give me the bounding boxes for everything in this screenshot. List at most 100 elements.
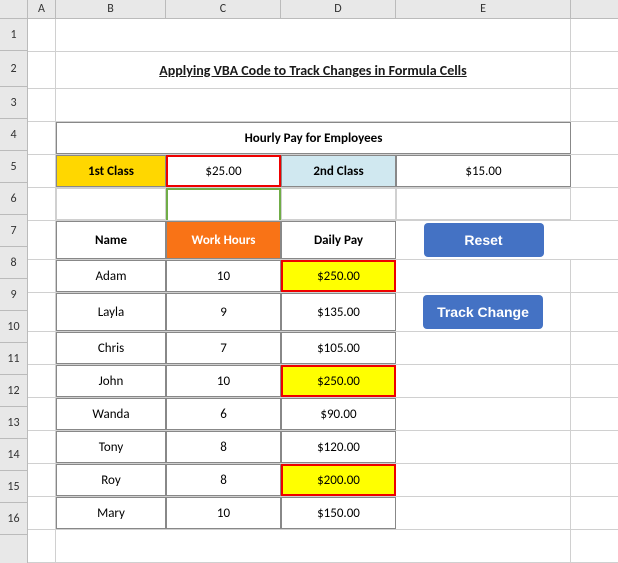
cell-e9: Track Change [396, 293, 571, 331]
hours-tony: 8 [166, 431, 281, 463]
class2-label: 2nd Class [281, 155, 396, 187]
grid-area: 1 2 3 4 5 6 7 8 9 10 11 12 13 14 15 16 [0, 19, 618, 563]
col-header-rownum [0, 0, 28, 18]
row-5: 1st Class $25.00 2nd Class $15.00 [28, 155, 618, 188]
name-mary: Mary [56, 497, 166, 529]
row-16 [28, 530, 618, 563]
class1-value: $25.00 [166, 155, 281, 187]
name-adam: Adam [56, 260, 166, 292]
name-layla: Layla [56, 293, 166, 331]
cell-a1 [28, 19, 56, 51]
row-15: Mary 10 $150.00 [28, 497, 618, 530]
cell-area: Applying VBA Code to Track Changes in Fo… [28, 19, 618, 563]
cell-a7 [28, 221, 56, 259]
row-14: Roy 8 $200.00 [28, 464, 618, 497]
cell-e13 [396, 431, 571, 463]
pay-mary: $150.00 [281, 497, 396, 529]
row-12: Wanda 6 $90.00 [28, 398, 618, 431]
cell-a11 [28, 365, 56, 397]
cell-b1-e1 [56, 19, 571, 51]
cell-a3 [28, 89, 56, 121]
name-wanda: Wanda [56, 398, 166, 430]
row-8: Adam 10 $250.00 [28, 260, 618, 293]
hours-adam: 10 [166, 260, 281, 292]
hours-john: 10 [166, 365, 281, 397]
cell-a8 [28, 260, 56, 292]
reset-button[interactable]: Reset [424, 223, 544, 257]
row-13: Tony 8 $120.00 [28, 431, 618, 464]
cell-a5 [28, 155, 56, 187]
cell-a13 [28, 431, 56, 463]
spreadsheet: A B C D E 1 2 3 4 5 6 7 8 9 10 11 12 13 … [0, 0, 618, 559]
pay-john: $250.00 [281, 365, 396, 397]
class2-value: $15.00 [396, 155, 571, 187]
col-header-d: D [281, 0, 396, 18]
class1-label: 1st Class [56, 155, 166, 187]
row-10: Chris 7 $105.00 [28, 332, 618, 365]
col-header-c: C [166, 0, 281, 18]
cell-a4 [28, 122, 56, 154]
row-numbers: 1 2 3 4 5 6 7 8 9 10 11 12 13 14 15 16 [0, 19, 28, 563]
column-headers: A B C D E [0, 0, 618, 19]
name-chris: Chris [56, 332, 166, 364]
row-3 [28, 89, 618, 122]
name-tony: Tony [56, 431, 166, 463]
col-header-a: A [28, 0, 56, 18]
cell-e12 [396, 398, 571, 430]
cell-a10 [28, 332, 56, 364]
cell-e7: Reset [396, 221, 571, 259]
row-num-2: 2 [0, 51, 27, 87]
name-roy: Roy [56, 464, 166, 496]
track-change-button[interactable]: Track Change [423, 295, 543, 329]
row-num-9: 9 [0, 279, 27, 311]
row-num-8: 8 [0, 247, 27, 279]
cell-a6 [28, 188, 56, 220]
cell-a14 [28, 464, 56, 496]
cell-c6 [166, 188, 281, 220]
cell-b16-e16 [56, 530, 571, 562]
row-num-6: 6 [0, 183, 27, 215]
row-num-13: 13 [0, 407, 27, 439]
row-9: Layla 9 $135.00 Track Change [28, 293, 618, 332]
row-7: Name Work Hours Daily Pay Reset [28, 221, 618, 260]
col-header-b: B [56, 0, 166, 18]
row-num-11: 11 [0, 343, 27, 375]
pay-adam: $250.00 [281, 260, 396, 292]
cell-e15 [396, 497, 571, 529]
row-6 [28, 188, 618, 221]
pay-chris: $105.00 [281, 332, 396, 364]
row-num-12: 12 [0, 375, 27, 407]
name-john: John [56, 365, 166, 397]
row-num-16: 16 [0, 503, 27, 535]
pay-wanda: $90.00 [281, 398, 396, 430]
cell-e6 [396, 188, 571, 220]
cell-e14 [396, 464, 571, 496]
cell-a9 [28, 293, 56, 331]
cell-a15 [28, 497, 56, 529]
cell-a12 [28, 398, 56, 430]
row-1 [28, 19, 618, 52]
col-dailypay-header: Daily Pay [281, 221, 396, 259]
row-num-14: 14 [0, 439, 27, 471]
hours-mary: 10 [166, 497, 281, 529]
cell-e10 [396, 332, 571, 364]
cell-e8 [396, 260, 571, 292]
row-4: Hourly Pay for Employees [28, 122, 618, 155]
row-num-15: 15 [0, 471, 27, 503]
cell-d6 [281, 188, 396, 220]
col-name-header: Name [56, 221, 166, 259]
cell-b6 [56, 188, 166, 220]
spreadsheet-title: Applying VBA Code to Track Changes in Fo… [56, 52, 571, 88]
col-workhours-header: Work Hours [166, 221, 281, 259]
row-num-3: 3 [0, 87, 27, 119]
cell-a2 [28, 52, 56, 88]
pay-roy: $200.00 [281, 464, 396, 496]
cell-e11 [396, 365, 571, 397]
cell-b3-e3 [56, 89, 571, 121]
hourly-pay-header: Hourly Pay for Employees [56, 122, 571, 154]
row-num-7: 7 [0, 215, 27, 247]
pay-tony: $120.00 [281, 431, 396, 463]
row-num-10: 10 [0, 311, 27, 343]
pay-layla: $135.00 [281, 293, 396, 331]
row-num-1: 1 [0, 19, 27, 51]
